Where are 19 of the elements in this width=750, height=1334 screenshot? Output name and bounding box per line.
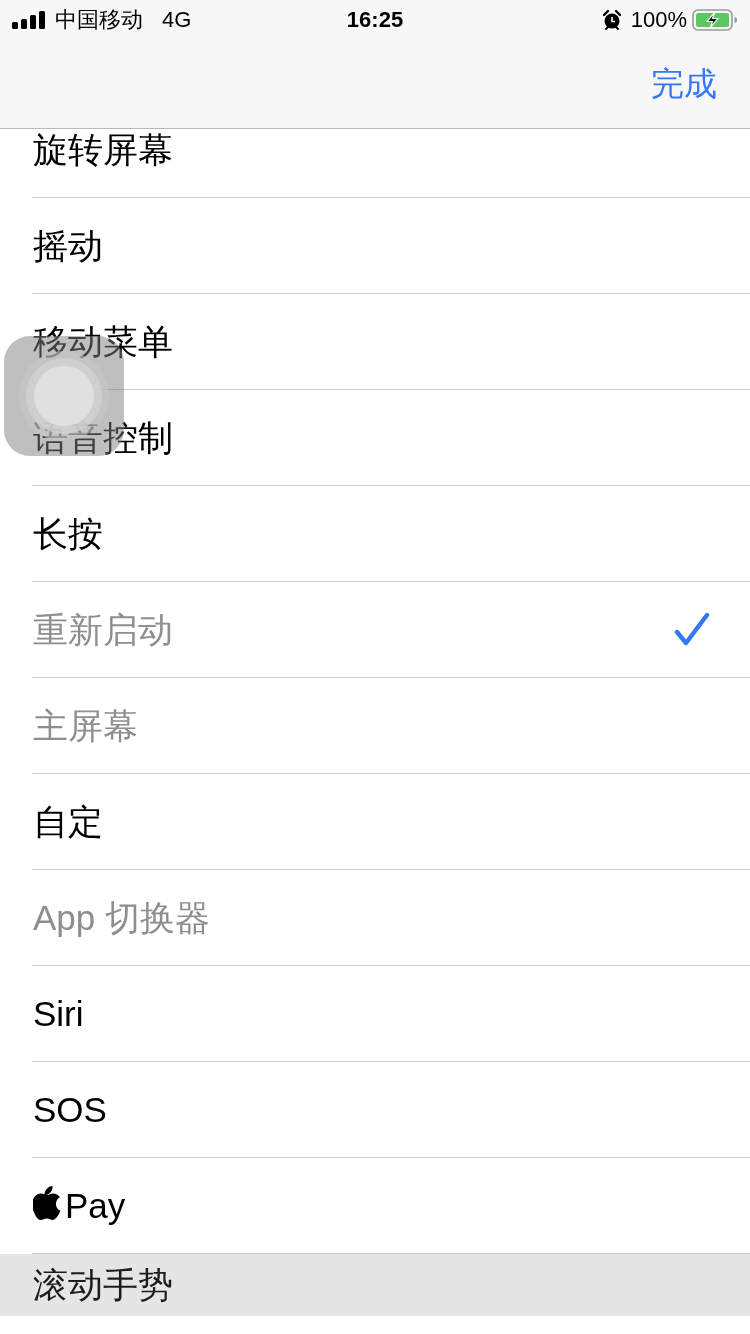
alarm-clock-icon — [600, 9, 623, 31]
option-label[interactable]: 语音控制 — [33, 416, 173, 459]
charging-battery-icon — [692, 9, 738, 31]
option-label[interactable]: Siri — [33, 992, 84, 1035]
option-label[interactable]: 长按 — [33, 512, 103, 555]
option-label[interactable]: 自定 — [33, 800, 103, 843]
done-button[interactable]: 完成 — [651, 64, 717, 104]
option-label[interactable]: 旋转屏幕 — [33, 129, 173, 171]
battery-percentage: 100% — [630, 7, 687, 33]
signal-icon — [12, 11, 46, 29]
carrier-name: 中国移动 — [55, 7, 143, 33]
status-time: 16:25 — [346, 7, 404, 33]
section-title: 滚动手势 — [33, 1264, 173, 1306]
option-label[interactable]: 移动菜单 — [33, 320, 173, 363]
network-type: 4G — [162, 7, 192, 33]
option-label[interactable]: SOS — [33, 1088, 107, 1131]
apple-logo-icon — [33, 1185, 61, 1220]
option-label[interactable]: Pay — [65, 1184, 126, 1227]
option-label[interactable]: 摇动 — [33, 224, 103, 267]
